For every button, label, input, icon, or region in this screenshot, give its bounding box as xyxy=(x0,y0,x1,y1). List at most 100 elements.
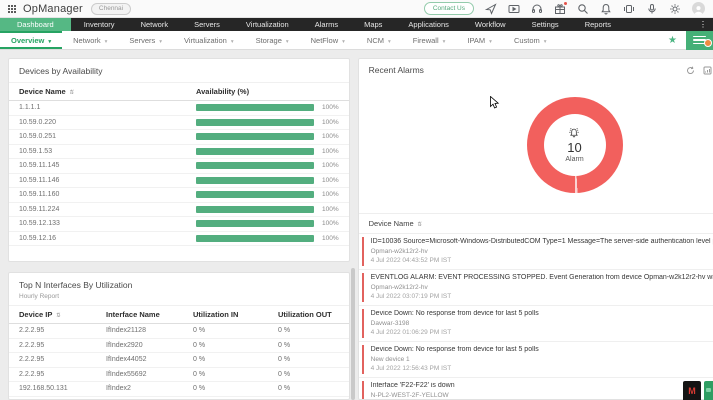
settings-gear-icon[interactable] xyxy=(669,3,681,15)
table-row[interactable]: 2.2.2.95 IfIndex44052 0 % 0 % xyxy=(9,353,349,368)
availability-bar xyxy=(196,220,314,228)
tab-firewall[interactable]: Firewall xyxy=(402,31,457,49)
scrollbar-thumb[interactable] xyxy=(351,268,355,400)
sort-icon[interactable] xyxy=(417,219,422,228)
left-column: Devices by Availability Device Name Avai… xyxy=(8,58,350,400)
table-row[interactable]: 192.168.50.131 IfIndex2 0 % 0 % xyxy=(9,382,349,397)
alarm-item[interactable]: EVENTLOG ALARM: EVENT PROCESSING STOPPED… xyxy=(358,270,713,306)
column-utilization-out[interactable]: Utilization OUT xyxy=(278,310,339,319)
sort-icon[interactable] xyxy=(55,310,60,319)
send-icon[interactable] xyxy=(485,2,497,15)
user-avatar[interactable] xyxy=(692,2,705,15)
table-row[interactable]: 10.59.12.16 100% xyxy=(9,232,349,246)
tab-label: Overview xyxy=(11,35,45,45)
headset-icon[interactable] xyxy=(531,3,543,15)
availability-bar-fill xyxy=(196,234,314,242)
availability-bar-zone: 100% xyxy=(196,220,339,228)
availability-bar-zone: 100% xyxy=(196,147,339,155)
refresh-icon[interactable] xyxy=(686,66,695,75)
device-name: 10.59.1.53 xyxy=(19,147,53,155)
dashboard-menu-button[interactable] xyxy=(686,30,713,50)
tab-netflow[interactable]: NetFlow xyxy=(300,31,356,49)
nav-item-dashboard[interactable]: Dashboard xyxy=(0,18,71,31)
nav-item-virtualization[interactable]: Virtualization xyxy=(233,18,302,31)
nav-item-applications[interactable]: Applications xyxy=(395,18,461,31)
column-device-name[interactable]: Device Name xyxy=(19,87,196,96)
nav-more-icon[interactable] xyxy=(693,18,713,31)
apps-grid-icon[interactable] xyxy=(8,4,16,13)
nav-item-settings[interactable]: Settings xyxy=(519,18,572,31)
alarm-item[interactable]: ID=10036 Source=Microsoft-Windows-Distri… xyxy=(358,234,713,270)
tab-custom[interactable]: Custom xyxy=(503,31,558,49)
nav-item-servers[interactable]: Servers xyxy=(181,18,233,31)
utilization-in: 0 % xyxy=(193,356,206,364)
tab-virtualization[interactable]: Virtualization xyxy=(173,31,245,49)
tab-ncm[interactable]: NCM xyxy=(356,31,402,49)
alarm-item[interactable]: Device Down: No response from device for… xyxy=(358,342,713,378)
interface-name: IfIndex21128 xyxy=(106,327,146,335)
notification-bell-icon[interactable] xyxy=(600,3,612,15)
gift-icon[interactable] xyxy=(554,1,567,15)
alarm-device-name: Davwar-3198 xyxy=(370,319,410,327)
table-row[interactable]: 10.59.11.224 100% xyxy=(9,203,349,217)
alarm-device-name: N-PL2-WEST-2F-YELLOW xyxy=(370,391,449,399)
table-row[interactable]: 10.59.1.53 100% xyxy=(9,145,349,159)
table-row[interactable]: 10.59.11.160 100% xyxy=(9,188,349,203)
table-row[interactable]: 1.1.1.1 100% xyxy=(9,101,349,116)
nav-item-maps[interactable]: Maps xyxy=(351,18,395,31)
nav-item-workflow[interactable]: Workflow xyxy=(462,18,519,31)
column-availability[interactable]: Availability (%) xyxy=(196,87,249,96)
utilization-in: 0 % xyxy=(193,370,206,378)
availability-bar-zone: 100% xyxy=(196,162,339,170)
alarm-item[interactable]: Interface 'F22-F22' is down N-PL2-WEST-2F… xyxy=(359,378,713,399)
alarms-donut-ring[interactable]: 10 Alarm xyxy=(526,97,623,193)
chevron-down-icon xyxy=(388,36,391,45)
search-icon[interactable] xyxy=(577,3,589,15)
nav-item-reports[interactable]: Reports xyxy=(572,18,624,31)
overlay-recorder-m-icon[interactable]: M xyxy=(683,381,701,400)
tab-servers[interactable]: Servers xyxy=(118,31,173,49)
table-row[interactable]: 2.2.2.95 IfIndex55692 0 % 0 % xyxy=(9,368,349,382)
device-name: 10.59.12.133 xyxy=(19,220,60,228)
location-pill[interactable]: Chennai xyxy=(90,2,132,15)
table-row[interactable]: 10.59.0.251 100% xyxy=(9,130,349,145)
contact-us-button[interactable]: Contact Us xyxy=(423,2,474,15)
tab-network[interactable]: Network xyxy=(62,31,118,49)
availability-value: 100% xyxy=(322,234,339,242)
tab-overview[interactable]: Overview xyxy=(0,31,62,49)
table-row[interactable]: 10.59.12.133 100% xyxy=(9,217,349,232)
report-icon[interactable] xyxy=(703,66,712,75)
alarms-donut-chart[interactable]: 10 Alarm xyxy=(359,81,713,213)
table-row[interactable]: 10.59.11.145 100% xyxy=(9,159,349,174)
chevron-down-icon xyxy=(105,36,108,45)
nav-item-network[interactable]: Network xyxy=(128,18,182,31)
table-row[interactable]: 2.2.2.95 IfIndex2920 0 % 0 % xyxy=(9,339,349,353)
carousel-icon[interactable] xyxy=(623,3,635,15)
column-interface-name[interactable]: Interface Name xyxy=(106,310,193,319)
overlay-recorder-green-icon[interactable] xyxy=(704,381,713,400)
menu-badge xyxy=(703,38,712,47)
availability-bar-fill xyxy=(196,220,314,228)
nav-item-alarms[interactable]: Alarms xyxy=(302,18,351,31)
tabs-actions xyxy=(668,30,713,50)
mic-icon[interactable] xyxy=(646,3,658,15)
tab-storage[interactable]: Storage xyxy=(245,31,300,49)
device-name: 10.59.11.160 xyxy=(19,191,60,199)
availability-bar xyxy=(196,191,314,199)
alarms-list-header[interactable]: Device Name xyxy=(358,213,713,234)
video-tutorial-icon[interactable] xyxy=(508,3,520,15)
tab-ipam[interactable]: IPAM xyxy=(456,31,503,49)
table-row[interactable]: 10.59.11.146 100% xyxy=(9,174,349,188)
nav-item-inventory[interactable]: Inventory xyxy=(71,18,128,31)
sort-icon[interactable] xyxy=(69,87,74,96)
table-row[interactable]: 10.59.0.220 100% xyxy=(9,116,349,130)
column-device-ip[interactable]: Device IP xyxy=(19,310,106,319)
favorite-star-icon[interactable] xyxy=(668,35,677,46)
availability-value: 100% xyxy=(322,133,339,141)
alarms-card-title: Recent Alarms xyxy=(368,65,424,75)
column-utilization-in[interactable]: Utilization IN xyxy=(193,310,278,319)
availability-table-header: Device Name Availability (%) xyxy=(9,82,349,101)
alarm-item[interactable]: Device Down: No response from device for… xyxy=(358,306,713,342)
table-row[interactable]: 2.2.2.95 IfIndex21128 0 % 0 % xyxy=(9,324,349,339)
availability-bar-fill xyxy=(196,118,314,126)
